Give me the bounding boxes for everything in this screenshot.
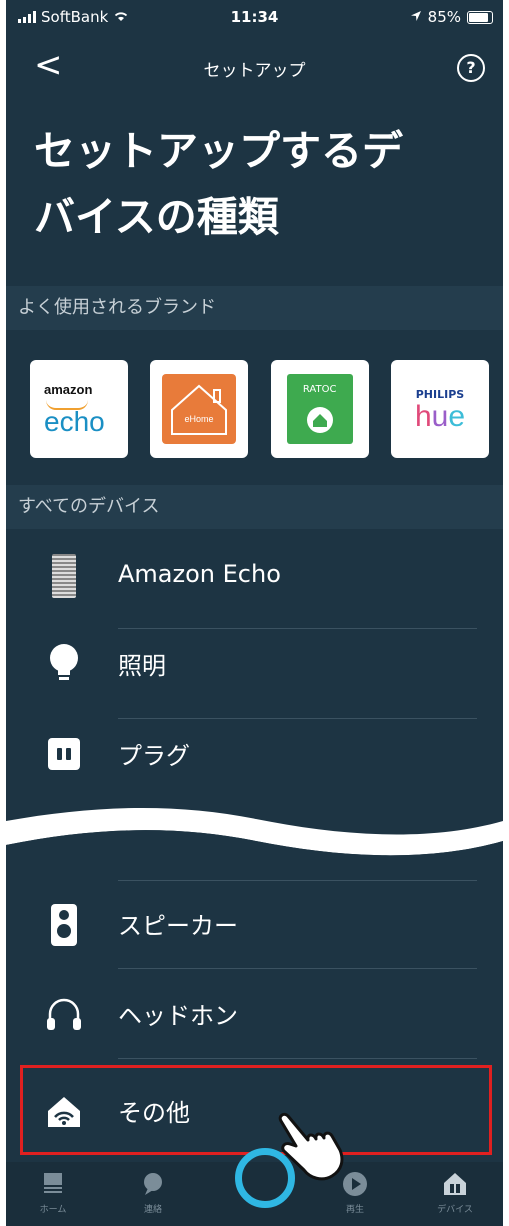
tab-home[interactable]: ホーム <box>18 1162 88 1226</box>
tab-label: ホーム <box>39 1205 67 1215</box>
page-title-line-1: セットアップするデ <box>34 127 403 175</box>
phone-screen: SoftBank 11:34 85% < セットアップ ? セットアップするデ … <box>6 0 503 1226</box>
battery-icon <box>467 10 493 24</box>
chat-icon <box>139 1170 167 1198</box>
svg-text:eHome: eHome <box>185 414 214 424</box>
tab-label: 連絡 <box>143 1205 162 1215</box>
device-item-headphones[interactable]: ヘッドホン <box>6 970 503 1056</box>
ratoc-logo-icon: RATOC <box>286 374 353 444</box>
section-header-all-devices: すべてのデバイス <box>6 485 503 529</box>
help-button[interactable]: ? <box>457 54 485 82</box>
tab-devices[interactable]: デバイス <box>420 1162 490 1226</box>
brand-amazon-echo[interactable]: amazon echo <box>30 360 128 458</box>
tab-label: デバイス <box>437 1205 473 1215</box>
divider <box>118 968 477 969</box>
navigation-bar: < セットアップ ? <box>6 42 503 90</box>
speaker-icon <box>51 904 77 946</box>
device-label: Amazon Echo <box>118 560 281 588</box>
device-label: スピーカー <box>118 912 238 940</box>
device-label: ヘッドホン <box>118 1002 238 1030</box>
page-title-line-2: バイスの種類 <box>34 193 279 241</box>
tab-label: 再生 <box>345 1205 364 1215</box>
tab-contacts[interactable]: 連絡 <box>118 1162 188 1226</box>
devices-icon <box>441 1170 469 1198</box>
brand-ehome[interactable]: eHome <box>150 360 249 458</box>
section-header-brands: よく使用されるブランド <box>6 286 503 330</box>
divider <box>118 1058 477 1059</box>
highlight-box <box>20 1065 492 1155</box>
plug-icon <box>48 738 80 770</box>
device-label: 照明 <box>118 652 166 680</box>
content-break-wave <box>6 807 503 865</box>
page-title: セットアップするデ バイスの種類 <box>34 118 464 250</box>
light-bulb-icon <box>44 640 84 686</box>
device-item-speaker[interactable]: スピーカー <box>6 880 503 966</box>
brand-logo-text: amazon <box>44 382 93 397</box>
hue-logo-text: hue <box>414 400 466 433</box>
battery-percent: 85% <box>427 8 461 26</box>
device-item-plug[interactable]: プラグ <box>6 710 503 796</box>
nav-title: セットアップ <box>203 61 306 81</box>
brand-logo-text: echo <box>44 406 105 437</box>
echo-device-icon <box>52 554 76 598</box>
home-icon <box>39 1170 67 1198</box>
status-bar: SoftBank 11:34 85% <box>6 0 503 36</box>
brand-philips-hue[interactable]: PHILIPS hue <box>390 360 489 458</box>
location-icon <box>410 8 422 26</box>
ehome-logo-icon: eHome <box>162 374 237 444</box>
brand-list: amazon echo eHome RATOC PHILIPS hue <box>30 360 489 465</box>
pointing-hand-icon <box>278 1112 344 1181</box>
device-item-lighting[interactable]: 照明 <box>6 620 503 706</box>
brand-ratoc[interactable]: RATOC <box>270 360 369 458</box>
headphones-icon <box>44 990 84 1036</box>
device-item-amazon-echo[interactable]: Amazon Echo <box>6 534 503 620</box>
device-label: プラグ <box>118 742 190 770</box>
